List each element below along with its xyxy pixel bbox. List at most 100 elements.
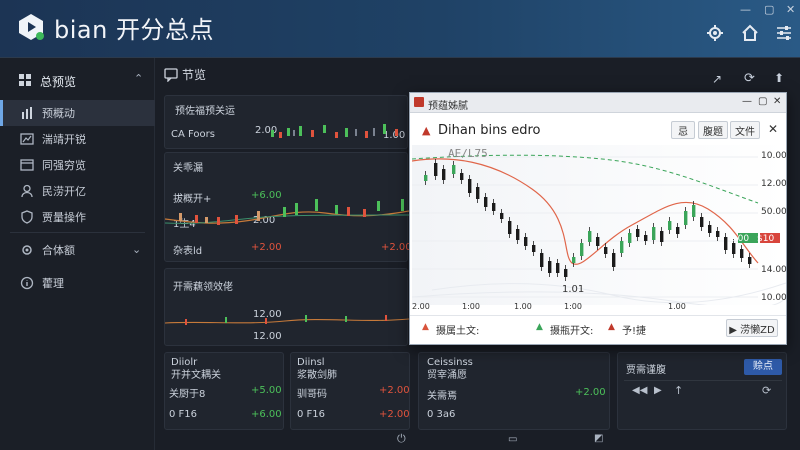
candle-body	[612, 253, 616, 267]
x-tick: 1:00	[462, 302, 480, 311]
chart-option-button[interactable]: 腹题	[698, 121, 728, 139]
candle-body	[692, 205, 696, 217]
window-icon	[20, 159, 34, 171]
summary-card-2[interactable]: Diinsl 浆散剑肺 驯哥码 +2.00 0 F16 +2.00	[290, 352, 410, 430]
candle-body	[596, 237, 600, 246]
power-icon[interactable]: ⏻	[397, 432, 406, 446]
page-title: 节览	[182, 68, 207, 82]
sidebar-item-label: 同强穷览	[42, 159, 86, 172]
candle-body	[700, 217, 704, 227]
maximize-icon[interactable]: ▢	[758, 96, 767, 107]
market-card-2[interactable]: 关乖漏 拔概开+ +6.00 1生4 2.00 杂表ld +2.00 +2.00	[164, 152, 412, 262]
candle-body	[434, 163, 438, 176]
candlestick-chart	[412, 145, 786, 305]
divider	[624, 380, 782, 381]
triangle-icon: ▲	[422, 124, 431, 137]
divider	[410, 315, 786, 316]
candle-body	[508, 221, 512, 234]
chart-option-button[interactable]: 忌	[671, 121, 695, 139]
sidebar-header-label: 总预览	[40, 75, 77, 89]
candle-body	[684, 211, 688, 225]
user-icon	[21, 184, 33, 198]
row-label: 关需焉	[427, 391, 457, 402]
y-tick: 12.00	[761, 179, 787, 189]
sidebar-item-label: 民涝开亿	[42, 185, 86, 198]
arrow-up-icon[interactable]: ↑	[674, 384, 683, 397]
sidebar-header[interactable]: 总预览 ⌃	[0, 66, 155, 94]
row-label: 驯哥码	[297, 389, 327, 400]
close-icon[interactable]: ✕	[768, 122, 778, 136]
app-badge-icon	[414, 97, 424, 107]
y-tick: 14.00	[761, 265, 787, 275]
maximize-icon[interactable]: ▢	[764, 4, 774, 16]
media-action-button[interactable]: 赊点	[744, 359, 782, 375]
play-icon[interactable]: ▶	[654, 385, 662, 396]
card-subtitle: 开并文耦关	[171, 370, 221, 381]
sidebar-item-charts[interactable]: 湍靖开锐	[0, 126, 155, 152]
action-button[interactable]: ▶ 涝懒ZD	[726, 319, 778, 337]
keyboard-icon[interactable]: ▭	[508, 434, 517, 445]
row-label: 关厨于8	[169, 389, 206, 400]
chart-title: Dihan bins edro	[438, 123, 541, 138]
gear-icon	[22, 245, 32, 255]
legend-marker-icon: ▲	[422, 322, 429, 332]
price-tag-green: 2.00	[729, 234, 750, 244]
row-value: +5.00	[251, 385, 282, 396]
x-tick: 1.00	[514, 302, 532, 311]
home-icon[interactable]	[741, 24, 759, 42]
refresh-icon[interactable]: ⟳	[744, 71, 755, 86]
x-tick: 1:00	[564, 302, 582, 311]
close-icon[interactable]: ✕	[786, 4, 795, 16]
app-title: bian 开分总点	[54, 16, 214, 44]
share-icon[interactable]: ↗	[712, 72, 722, 86]
sidebar-group[interactable]: 合体额 ⌄	[0, 237, 155, 263]
summary-card-3[interactable]: Ceissinss 贸宰涌愿 关需焉 +2.00 0 3a6	[418, 352, 610, 430]
candle-body	[442, 169, 446, 180]
chart-popup-window: 预蕴姊腻 — ▢ ✕ ▲ Dihan bins edro 忌 腹题 文件 ✕ A…	[409, 92, 787, 345]
minimize-icon[interactable]: —	[742, 96, 752, 107]
chevron-up-icon[interactable]: ⌃	[134, 72, 143, 85]
row-label: 杂表ld	[173, 246, 203, 257]
row-value-2: +2.00	[381, 242, 412, 253]
sliders-icon[interactable]	[775, 24, 793, 42]
legend-label: 摄属土文:	[436, 326, 480, 337]
asset-name: CA Foors	[171, 129, 215, 140]
sidebar-item-operations[interactable]: 贾量操作	[0, 204, 155, 230]
candle-body	[628, 233, 632, 243]
sidebar-item-label: 藿理	[42, 277, 64, 290]
app-logo-icon	[19, 14, 44, 40]
chevron-down-icon[interactable]: ⌄	[132, 243, 141, 256]
upload-icon[interactable]: ⬆	[774, 71, 784, 85]
y-tick: 50.00	[761, 207, 787, 217]
refresh-icon[interactable]: ⟳	[762, 384, 771, 397]
candle-body	[556, 263, 560, 273]
market-card-1[interactable]: 预佐福预关运 CA Foors 2.00 1.00	[164, 95, 408, 149]
candle-body	[484, 197, 488, 207]
card-subtitle: 贸宰涌愿	[427, 370, 467, 381]
mini-candles-1	[271, 124, 398, 138]
price-value-2: 12.00	[253, 331, 282, 342]
rewind-icon[interactable]: ◀◀	[632, 385, 647, 396]
sidebar: 总预览 ⌃ 预概动 湍靖开锐 同强穷览 民涝开亿 贾量操作 合体额 ⌄ 藿理	[0, 58, 155, 450]
y-tick: 10.00	[761, 293, 787, 303]
candle-body	[604, 247, 608, 254]
divider	[10, 232, 145, 233]
settings-gear-icon[interactable]	[706, 24, 724, 42]
sidebar-item-users[interactable]: 民涝开亿	[0, 178, 155, 204]
candle-body	[572, 257, 576, 263]
close-icon[interactable]: ✕	[773, 96, 781, 107]
candle-body	[540, 253, 544, 267]
media-panel: 贾需谨腹 赊点 ◀◀ ▶ ↑ ⟳	[617, 352, 787, 430]
sidebar-item-windows[interactable]: 同强穷览	[0, 152, 155, 178]
row-label: 0 3a6	[427, 409, 456, 420]
candle-body	[724, 237, 728, 250]
summary-card-1[interactable]: Diiolr 开并文耦关 关厨于8 +5.00 0 F16 +6.00	[164, 352, 284, 430]
sidebar-item-overview[interactable]: 预概动	[0, 100, 155, 126]
minimize-icon[interactable]: —	[740, 4, 751, 16]
sidebar-group-label: 合体额	[42, 244, 75, 257]
file-button[interactable]: 文件	[730, 121, 760, 139]
image-icon[interactable]: ◩	[594, 433, 603, 444]
sidebar-item-extra[interactable]: 藿理	[0, 270, 155, 296]
market-card-3[interactable]: 开需藕领效佬 12.00 12.00	[164, 268, 409, 346]
title-bar: bian 开分总点 — ▢ ✕	[0, 0, 800, 58]
